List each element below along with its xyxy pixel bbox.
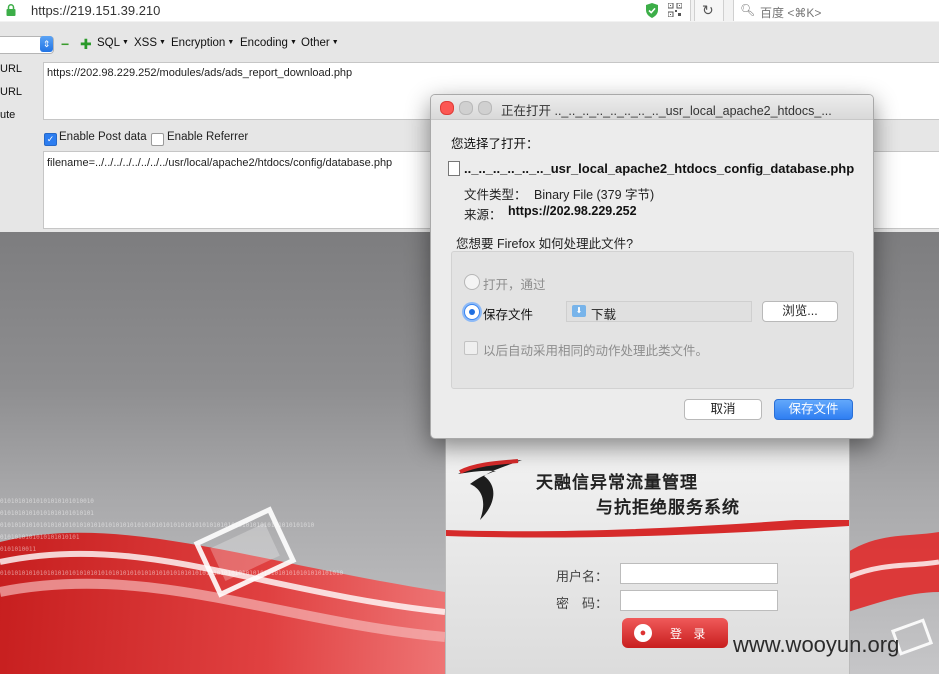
password-label: 密 码：: [556, 596, 609, 611]
browser-toolbar: https://219.151.39.210 ↻ 🔍︎ 百度 <⌘K>: [0, 0, 939, 23]
shield-icon[interactable]: [645, 3, 659, 18]
split-url-label[interactable]: URL: [0, 86, 22, 98]
qr-code-icon[interactable]: [668, 3, 682, 17]
save-file-label: 保存文件: [483, 308, 534, 322]
watermark-text: www.wooyun.org: [733, 632, 900, 657]
title-underline-decoration: [446, 520, 849, 538]
caret-down-icon: ▼: [227, 39, 235, 47]
search-icon: 🔍︎: [740, 3, 756, 17]
dialog-title: 正在打开 .._.._.._.._.._.._.._.._usr_local_a…: [501, 104, 832, 118]
login-button-label: 登 录: [670, 627, 710, 641]
hackbar-select[interactable]: ⇕: [0, 36, 54, 54]
search-placeholder: 百度 <⌘K>: [760, 6, 822, 20]
username-label: 用户名：: [556, 569, 609, 584]
file-type-label: 文件类型：: [464, 188, 527, 202]
menu-encoding-label: Encoding: [240, 37, 288, 49]
minimize-button[interactable]: [459, 101, 473, 115]
menu-other-label: Other: [301, 37, 330, 49]
source-value: https://202.98.229.252: [508, 204, 637, 218]
caret-down-icon: ▼: [289, 39, 297, 47]
topsec-logo-icon: [458, 459, 522, 520]
password-input[interactable]: [620, 590, 778, 611]
binary-pattern: 0101010101010101010101: [0, 534, 80, 541]
user-icon: ●: [634, 624, 652, 642]
execute-label[interactable]: ute: [0, 109, 15, 121]
options-box: 打开，通过 保存文件 ⬇ 下载 浏览... 以后自动采用相同的动作处理此类文件。: [451, 251, 854, 389]
cancel-button[interactable]: 取消: [684, 399, 762, 420]
login-button[interactable]: ● 登 录: [622, 618, 728, 648]
binary-pattern: 01010101010101010101010101: [0, 510, 94, 517]
download-dialog: 正在打开 .._.._.._.._.._.._.._.._usr_local_a…: [430, 94, 874, 439]
remember-label: 以后自动采用相同的动作处理此类文件。: [483, 344, 709, 358]
system-title-line2: 与抗拒绝服务系统: [596, 498, 740, 517]
search-box[interactable]: 🔍︎ 百度 <⌘K>: [733, 0, 939, 21]
remember-checkbox[interactable]: [464, 341, 478, 355]
menu-xss[interactable]: XSS ▼: [134, 37, 166, 49]
save-file-radio[interactable]: [464, 304, 480, 320]
lock-icon: [6, 4, 16, 16]
dialog-titlebar[interactable]: 正在打开 .._.._.._.._.._.._.._.._usr_local_a…: [431, 95, 873, 120]
handle-question: 您想要 Firefox 如何处理此文件?: [456, 237, 634, 251]
file-icon: [448, 161, 460, 176]
binary-pattern: 01010101010101010101010010: [0, 498, 94, 505]
save-file-button[interactable]: 保存文件: [774, 399, 853, 420]
check-icon: ✓: [46, 134, 55, 144]
menu-other[interactable]: Other ▼: [301, 37, 339, 49]
enable-post-label: Enable Post data: [59, 131, 147, 143]
close-button[interactable]: [440, 101, 454, 115]
download-folder-name: 下载: [591, 308, 617, 322]
you-chose-label: 您选择了打开：: [451, 137, 539, 151]
enable-referrer-checkbox[interactable]: [151, 133, 164, 146]
menu-xss-label: XSS: [134, 37, 158, 49]
caret-down-icon: ▼: [331, 39, 339, 47]
enable-post-checkbox[interactable]: ✓: [44, 133, 57, 146]
enable-referrer-label: Enable Referrer: [167, 131, 249, 143]
reload-button[interactable]: ↻: [694, 0, 724, 21]
open-with-label: 打开，通过: [483, 278, 546, 292]
hackbar-url-value: https://202.98.229.252/modules/ads/ads_r…: [47, 67, 353, 79]
select-arrow-icon: ⇕: [40, 36, 53, 52]
binary-pattern: 0101010101010101010101010101010101010101…: [0, 570, 344, 577]
binary-pattern: 0101010011: [0, 546, 37, 553]
url-text[interactable]: https://219.151.39.210: [31, 3, 160, 18]
caret-down-icon: ▼: [159, 39, 166, 47]
menu-sql-label: SQL: [97, 37, 121, 49]
file-type-value: Binary File (379 字节): [534, 188, 655, 202]
reload-icon: ↻: [702, 2, 714, 18]
source-label: 来源：: [464, 208, 502, 222]
post-data-value: filename=../../../../../../../../usr/loc…: [47, 157, 393, 169]
download-folder-field[interactable]: ⬇ 下载: [566, 301, 752, 322]
browse-button[interactable]: 浏览...: [762, 301, 838, 322]
system-title-line1: 天融信异常流量管理: [536, 473, 698, 492]
binary-pattern: 0101010101010101010101010101010101010101…: [0, 522, 315, 529]
zoom-button[interactable]: [478, 101, 492, 115]
file-name: .._.._.._.._.._.._usr_local_apache2_htdo…: [464, 161, 855, 176]
folder-icon: ⬇: [572, 305, 586, 317]
load-url-label[interactable]: URL: [0, 63, 22, 75]
plus-icon[interactable]: ✚: [80, 36, 92, 53]
url-bar[interactable]: https://219.151.39.210: [0, 0, 691, 21]
menu-encryption-label: Encryption: [171, 37, 226, 49]
minus-icon[interactable]: −: [61, 36, 69, 52]
menu-encryption[interactable]: Encryption ▼: [171, 37, 234, 49]
caret-down-icon: ▼: [122, 39, 129, 47]
open-with-radio[interactable]: [464, 274, 480, 290]
menu-encoding[interactable]: Encoding ▼: [240, 37, 297, 49]
menu-sql[interactable]: SQL ▼: [97, 37, 129, 49]
username-input[interactable]: [620, 563, 778, 584]
